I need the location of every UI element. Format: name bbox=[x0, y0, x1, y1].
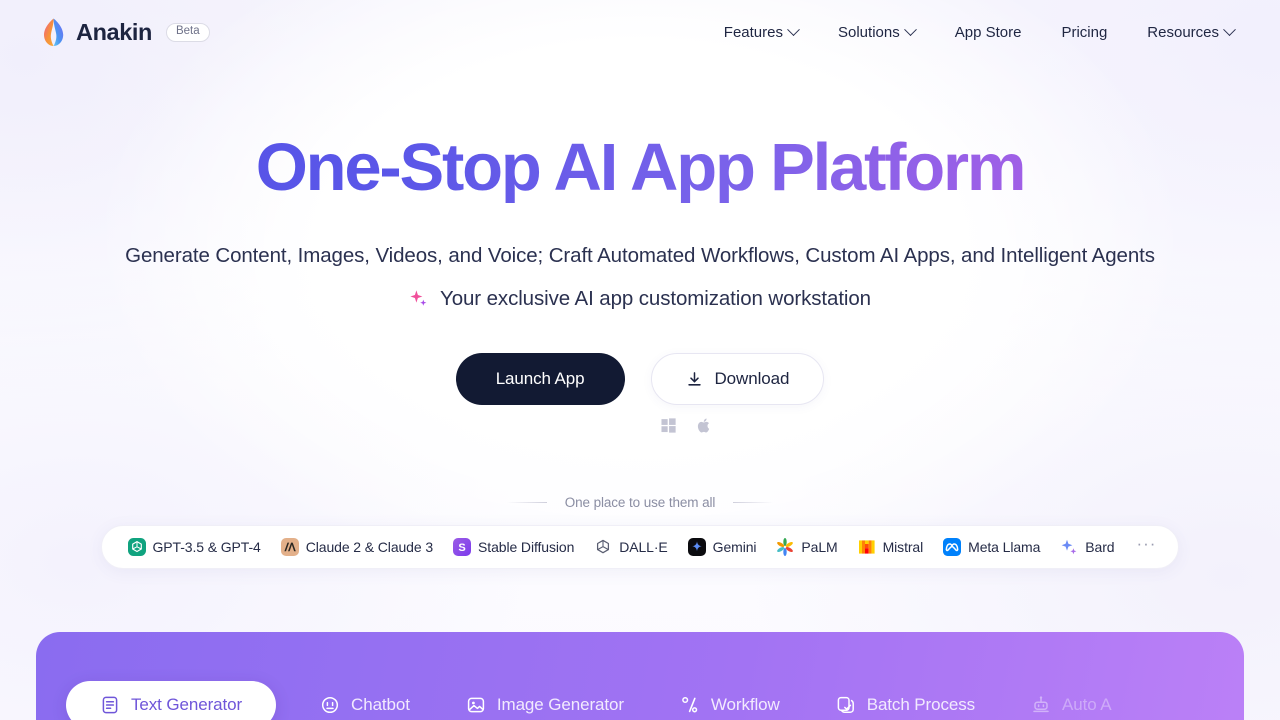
model-item-stable-diffusion[interactable]: S Stable Diffusion bbox=[443, 538, 584, 557]
nav-item-app-store[interactable]: App Store bbox=[935, 17, 1042, 48]
platform-icons bbox=[0, 418, 1280, 433]
flame-droplet-logo-icon bbox=[44, 18, 64, 46]
chat-bubble-icon bbox=[321, 696, 339, 714]
model-label: GPT-3.5 & GPT-4 bbox=[152, 539, 261, 556]
main-navigation: Features Solutions App Store Pricing Res… bbox=[704, 17, 1244, 48]
tab-label: Text Generator bbox=[131, 695, 243, 714]
model-item-gemini[interactable]: Gemini bbox=[678, 538, 767, 557]
divider-label: One place to use them all bbox=[564, 495, 716, 511]
auto-agent-icon bbox=[1033, 696, 1049, 713]
tab-label: Batch Process bbox=[866, 695, 976, 714]
model-item-meta-llama[interactable]: Meta Llama bbox=[933, 538, 1050, 557]
model-label: DALL·E bbox=[619, 539, 668, 556]
sparkle-icon bbox=[410, 290, 427, 306]
model-label: Mistral bbox=[882, 539, 924, 556]
model-item-palm[interactable]: PaLM bbox=[766, 538, 847, 557]
tab-workflow[interactable]: Workflow bbox=[652, 695, 808, 715]
claude-anthropic-icon bbox=[280, 538, 299, 557]
chevron-down-icon bbox=[1223, 23, 1236, 37]
page-title: One-Stop AI App Platform bbox=[0, 132, 1280, 203]
divider-line-left bbox=[506, 502, 547, 504]
model-item-mistral[interactable]: Mistral bbox=[848, 538, 934, 556]
model-label: Bard bbox=[1085, 539, 1115, 556]
chevron-down-icon bbox=[903, 23, 917, 37]
gemini-icon bbox=[687, 538, 706, 557]
launch-app-button[interactable]: Launch App bbox=[455, 353, 625, 406]
download-icon bbox=[687, 371, 701, 386]
model-item-claude[interactable]: Claude 2 & Claude 3 bbox=[271, 538, 443, 557]
tab-label: Auto A bbox=[1062, 695, 1112, 714]
hero-tagline: Your exclusive AI app customization work… bbox=[440, 287, 871, 311]
model-label: Meta Llama bbox=[968, 539, 1041, 556]
app-categories-panel: Text Generator Chatbot Image Generator W… bbox=[36, 632, 1244, 720]
nav-item-pricing[interactable]: Pricing bbox=[1041, 17, 1127, 48]
chevron-down-icon bbox=[787, 23, 800, 37]
model-item-dalle[interactable]: DALL·E bbox=[584, 538, 677, 556]
models-bar-wrapper: GPT-3.5 & GPT-4 Claude 2 & Claude 3 S St… bbox=[0, 525, 1280, 570]
palm-pinwheel-icon bbox=[777, 538, 794, 557]
nav-item-label: Pricing bbox=[1061, 24, 1108, 41]
svg-text:S: S bbox=[458, 542, 465, 554]
tab-batch-process[interactable]: Batch Process bbox=[808, 695, 1003, 715]
apple-icon[interactable] bbox=[697, 418, 712, 433]
brand-name: Anakin bbox=[76, 19, 152, 45]
openai-icon bbox=[597, 539, 610, 554]
tab-image-generator[interactable]: Image Generator bbox=[438, 695, 652, 715]
tab-label: Image Generator bbox=[496, 695, 624, 714]
stable-diffusion-icon: S bbox=[453, 538, 472, 557]
nav-item-resources[interactable]: Resources bbox=[1127, 17, 1244, 48]
hero-section: One-Stop AI App Platform Generate Conten… bbox=[0, 132, 1280, 570]
meta-infinity-icon bbox=[943, 538, 962, 557]
tab-text-generator[interactable]: Text Generator bbox=[66, 681, 277, 720]
divider-line-right bbox=[733, 502, 774, 504]
model-item-bard[interactable]: Bard bbox=[1050, 538, 1124, 556]
models-bar: GPT-3.5 & GPT-4 Claude 2 & Claude 3 S St… bbox=[100, 525, 1180, 570]
image-icon bbox=[467, 697, 485, 713]
document-text-icon bbox=[102, 696, 118, 714]
batch-check-icon bbox=[837, 696, 854, 713]
landing-page: Anakin Beta Features Solutions App Store… bbox=[0, 0, 1280, 720]
brand-logo[interactable]: Anakin Beta bbox=[40, 18, 210, 48]
nav-item-solutions[interactable]: Solutions bbox=[818, 17, 935, 48]
openai-icon bbox=[127, 538, 146, 557]
model-label: Claude 2 & Claude 3 bbox=[305, 539, 434, 556]
windows-icon[interactable] bbox=[660, 418, 676, 433]
hero-tagline-row: Your exclusive AI app customization work… bbox=[0, 287, 1280, 311]
download-button-label: Download bbox=[714, 369, 790, 389]
bard-sparkle-icon bbox=[1061, 539, 1077, 555]
mistral-icon bbox=[858, 540, 875, 554]
nav-item-label: App Store bbox=[954, 24, 1022, 41]
model-label: Gemini bbox=[712, 539, 757, 556]
models-more-button[interactable]: ··· bbox=[1124, 535, 1162, 559]
tab-label: Workflow bbox=[710, 695, 780, 714]
model-label: Stable Diffusion bbox=[478, 539, 575, 556]
beta-badge: Beta bbox=[165, 23, 210, 42]
model-label: PaLM bbox=[801, 539, 838, 556]
models-divider: One place to use them all bbox=[0, 495, 1280, 510]
nav-item-label: Solutions bbox=[838, 24, 900, 41]
hero-subtitle: Generate Content, Images, Videos, and Vo… bbox=[125, 244, 1155, 268]
cta-row: Launch App Download bbox=[0, 353, 1280, 406]
nav-item-features[interactable]: Features bbox=[704, 17, 818, 48]
model-item-gpt[interactable]: GPT-3.5 & GPT-4 bbox=[118, 538, 271, 557]
workflow-nodes-icon bbox=[682, 696, 698, 713]
app-category-tabs: Text Generator Chatbot Image Generator W… bbox=[36, 632, 1244, 720]
nav-item-label: Features bbox=[723, 24, 783, 41]
tab-label: Chatbot bbox=[351, 695, 410, 714]
download-button[interactable]: Download bbox=[650, 353, 825, 406]
site-header: Anakin Beta Features Solutions App Store… bbox=[0, 0, 1280, 65]
tab-auto-agent[interactable]: Auto A bbox=[1003, 695, 1140, 715]
tab-chatbot[interactable]: Chatbot bbox=[292, 695, 438, 715]
nav-item-label: Resources bbox=[1147, 24, 1219, 41]
